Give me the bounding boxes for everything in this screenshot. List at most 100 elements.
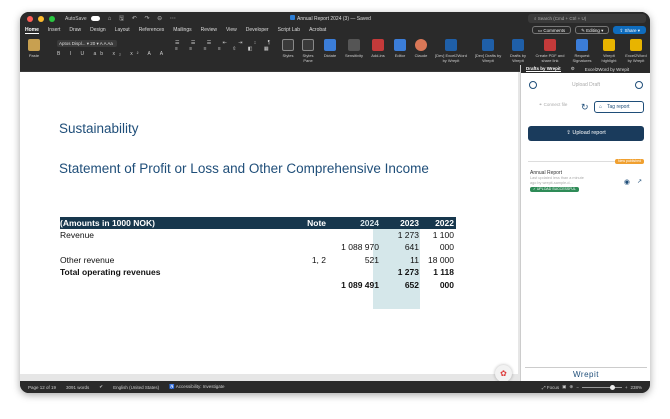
paste-button[interactable]: Paste <box>24 39 44 58</box>
zoom-slider[interactable] <box>581 384 622 390</box>
tab-script-lab[interactable]: Script Lab <box>278 27 301 33</box>
sensitivity-button[interactable]: Sensitivity <box>342 39 366 58</box>
tab-excel2word-by-wrepit[interactable]: Excel2Word by Wrepit <box>585 67 629 72</box>
page-count[interactable]: Page 12 of 19 <box>28 385 56 390</box>
zoom-slider-knob[interactable] <box>609 384 615 390</box>
table-row: Other revenue 1, 2 521 11 18 000 <box>60 254 456 267</box>
row-note: 1, 2 <box>311 254 326 265</box>
open-external-icon[interactable]: ↗ <box>637 178 642 185</box>
title-bar: AutoSave ⌂ 🖫 ↶ ↷ ⊖ ⋯ Annual Report 2024 … <box>20 12 650 25</box>
tab-review[interactable]: Review <box>201 27 217 33</box>
styles-pane-label: Styles Pane <box>302 53 314 63</box>
close-window-button[interactable] <box>27 15 33 22</box>
font-size-value[interactable]: 20 <box>90 41 95 46</box>
microphone-icon <box>324 39 336 51</box>
upload-report-button[interactable]: ⇪ Upload report <box>528 126 644 141</box>
dictate-button[interactable]: Dictate <box>320 39 340 58</box>
drafts-icon <box>482 39 494 51</box>
excel2word-icon <box>445 39 457 51</box>
styles-pane-icon <box>302 39 314 51</box>
tab-design[interactable]: Design <box>90 27 106 33</box>
profit-loss-table[interactable]: (Amounts in 1000 NOK) Note 2024 2023 202… <box>60 217 456 309</box>
minimize-window-button[interactable] <box>38 15 44 22</box>
autosave-toggle[interactable] <box>90 16 100 21</box>
row-2023: 652 <box>404 279 419 290</box>
zoom-in-button[interactable]: + <box>625 385 628 390</box>
row-2022: 1 118 <box>433 267 454 277</box>
request-signatures-button[interactable]: Request Signatures <box>569 39 595 63</box>
proofing-icon[interactable]: ✔ <box>99 384 103 390</box>
zoom-out-button[interactable]: − <box>576 385 579 390</box>
sensitivity-label: Sensitivity <box>344 53 363 58</box>
row-2022: 000 <box>439 279 454 290</box>
row-label: Revenue <box>60 229 95 240</box>
dictate-label: Dictate <box>323 53 337 58</box>
share-button[interactable]: ⇪ Share ▾ <box>613 26 646 34</box>
tag-report-button[interactable]: ⌂ Tag report <box>594 101 644 113</box>
web-layout-icon[interactable]: ⊕ <box>569 384 573 390</box>
status-bar: Page 12 of 19 3091 words ✔ English (Unit… <box>20 381 650 393</box>
wrepit-side-panel: Drafts by Wrepit ⚙ Excel2Word by Wrepit … <box>520 65 650 381</box>
styles-pane-button[interactable]: Styles Pane <box>298 39 318 63</box>
panel-header: Upload Draft <box>571 82 601 88</box>
tab-view[interactable]: View <box>226 27 237 33</box>
document-area[interactable]: Sustainability Statement of Profit or Lo… <box>20 72 520 382</box>
document-page[interactable]: Sustainability Statement of Profit or Lo… <box>20 72 518 374</box>
connect-file-button[interactable]: ⚭ Connect file <box>531 100 575 118</box>
draft-card[interactable]: New published Annual Report Last updated… <box>528 159 644 198</box>
paragraph-buttons[interactable]: ☰ ☰ ☰ ⇤ ⇥ ↕ ¶ ≡ ≡ ≡ ≡ ⇳ ◧ ▦ <box>175 40 275 52</box>
header-amounts: (Amounts in 1000 NOK) <box>60 217 155 228</box>
panel-settings-icon[interactable]: ⚙ <box>571 66 575 72</box>
tab-mailings[interactable]: Mailings <box>173 27 191 33</box>
comments-button[interactable]: ▭ Comments <box>531 26 572 34</box>
quick-access-icons[interactable]: ⌂ 🖫 ↶ ↷ ⊖ ⋯ <box>108 14 179 24</box>
header-note: Note <box>307 217 326 228</box>
dev-drafts-button[interactable]: [Dev] Drafts by Wrepit <box>473 39 503 63</box>
zoom-level[interactable]: 238% <box>630 385 642 390</box>
editor-button[interactable]: Editor <box>390 39 410 58</box>
wrepit-highlight-button[interactable]: Wrepit highlight <box>597 39 621 63</box>
signature-icon <box>576 39 588 51</box>
drafts-button[interactable]: Drafts by Wrepit <box>506 39 530 63</box>
ribbon-tabs: Home Insert Draw Design Layout Reference… <box>20 25 650 35</box>
row-2024: 1 088 970 <box>341 242 379 252</box>
document-title-text: Annual Report 2024 (3) — Saved <box>297 16 371 22</box>
drafts-icon <box>512 39 524 51</box>
accessibility-status[interactable]: ♿ Accessibility: Investigate <box>169 384 224 390</box>
row-2023: 1 273 <box>397 267 419 277</box>
tab-insert[interactable]: Insert <box>48 27 61 33</box>
wrepit-highlight-icon <box>603 39 615 51</box>
focus-button[interactable]: ⤢ Focus <box>542 385 559 390</box>
tab-references[interactable]: References <box>139 27 165 33</box>
excel2word-button[interactable]: Excel2Word by Wrepit <box>623 39 649 63</box>
row-2024: 1 089 491 <box>341 279 379 290</box>
search-input[interactable]: ⌕ Search (Cmd + Ctrl + U) <box>528 14 646 23</box>
copilot-floating-button[interactable]: ✿ <box>495 365 512 382</box>
upload-successful-badge: ✓ UPLOAD SUCCESSFUL <box>530 187 579 192</box>
tab-home[interactable]: Home <box>25 27 39 34</box>
word-count[interactable]: 3091 words <box>66 385 89 390</box>
row-label: Total operating revenues <box>60 267 161 277</box>
zoom-window-button[interactable] <box>49 15 55 22</box>
print-layout-icon[interactable]: ▣ <box>562 384 566 390</box>
refresh-icon[interactable]: ↻ <box>581 102 589 113</box>
editing-mode-button[interactable]: ✎ Editing ▾ <box>575 26 610 34</box>
add-ins-button[interactable]: Add-ins <box>368 39 388 58</box>
create-pdf-button[interactable]: Create PDF and share link <box>533 39 567 63</box>
help-icon[interactable] <box>635 81 643 89</box>
text-format-buttons[interactable]: B I U ab x₂ x² A A <box>57 51 167 57</box>
tab-acrobat[interactable]: Acrobat <box>309 27 326 33</box>
heading-sustainability: Sustainability <box>59 121 139 136</box>
tab-draw[interactable]: Draw <box>69 27 81 33</box>
eye-icon[interactable]: ◉ <box>624 178 630 186</box>
language[interactable]: English (United States) <box>113 385 159 390</box>
styles-button[interactable]: Styles <box>278 39 298 58</box>
font-name-select[interactable]: Aptos Displ... ▾ 20 ▾ A A Aa <box>57 40 117 47</box>
tab-drafts-by-wrepit[interactable]: Drafts by Wrepit <box>526 66 561 72</box>
upload-successful-label: UPLOAD SUCCESSFUL <box>536 187 576 191</box>
claude-button[interactable]: Claude <box>411 39 431 58</box>
tab-developer[interactable]: Developer <box>246 27 269 33</box>
dev-excel2word-button[interactable]: [Dev] Excel2Word by Wrepit <box>433 39 469 63</box>
claude-label: Claude <box>414 53 428 58</box>
tab-layout[interactable]: Layout <box>115 27 130 33</box>
